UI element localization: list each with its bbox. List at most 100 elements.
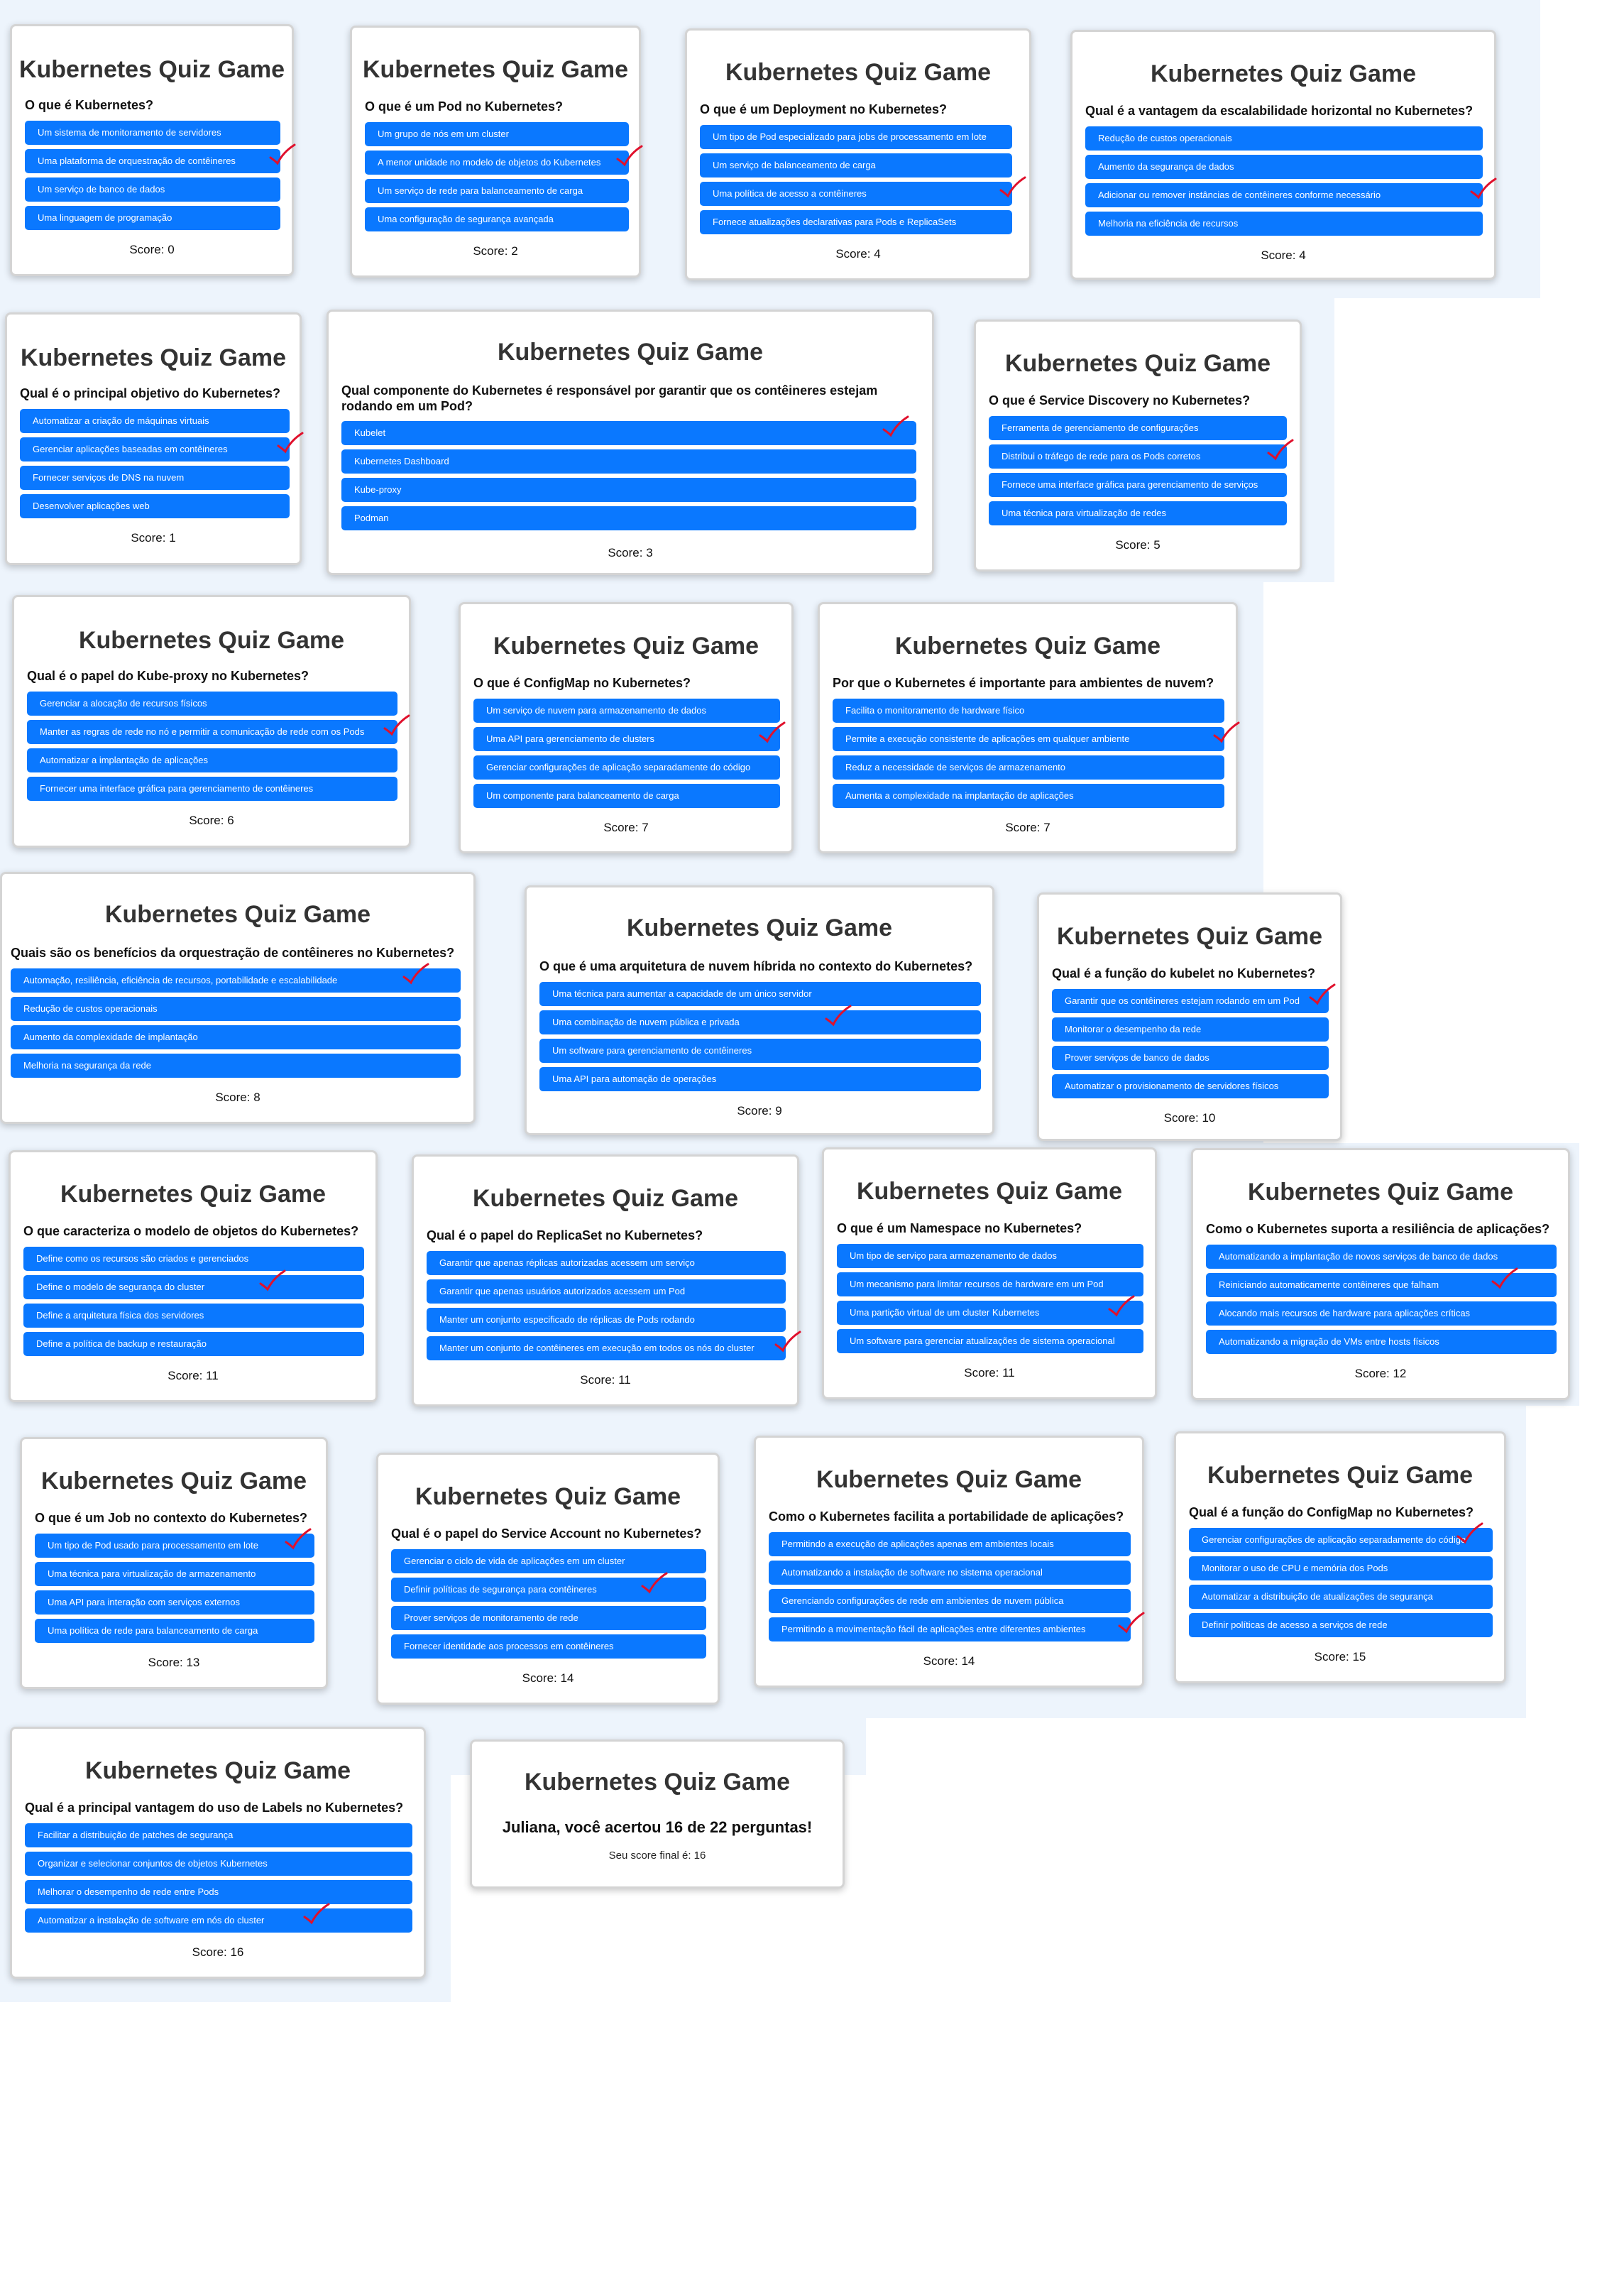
answer-option-button[interactable]: Um mecanismo para limitar recursos de ha… (837, 1272, 1143, 1296)
answer-option-button[interactable]: A menor unidade no modelo de objetos do … (365, 151, 629, 175)
answer-option-button[interactable]: Uma API para interação com serviços exte… (35, 1590, 314, 1615)
answer-option-button[interactable]: Aumenta a complexidade na implantação de… (833, 784, 1224, 808)
score-text: Score: 16 (192, 1945, 244, 1959)
answer-option-button[interactable]: Gerenciando configurações de rede em amb… (769, 1589, 1131, 1613)
answer-option-button[interactable]: Um sistema de monitoramento de servidore… (25, 121, 280, 145)
answer-option-button[interactable]: Gerenciar a alocação de recursos físicos (27, 692, 397, 716)
answer-option-button[interactable]: Automatizar a instalação de software em … (25, 1908, 412, 1933)
answer-option-button[interactable]: Gerenciar o ciclo de vida de aplicações … (391, 1549, 706, 1573)
answer-option-button[interactable]: Aumento da segurança de dados (1085, 155, 1483, 179)
answer-option-button[interactable]: Uma configuração de segurança avançada (365, 207, 629, 231)
answer-option-button[interactable]: Uma plataforma de orquestração de contêi… (25, 149, 280, 173)
answer-option-button[interactable]: Uma API para gerenciamento de clusters (473, 727, 780, 751)
app-title: Kubernetes Quiz Game (1150, 60, 1417, 87)
answer-option-button[interactable]: Distribui o tráfego de rede para os Pods… (989, 444, 1287, 469)
answer-option-button[interactable]: Define o modelo de segurança do cluster (23, 1275, 364, 1299)
answer-option-button[interactable]: Automatizando a migração de VMs entre ho… (1206, 1330, 1557, 1354)
answer-option-button[interactable]: Melhoria na eficiência de recursos (1085, 212, 1483, 236)
answer-option-button[interactable]: Um serviço de nuvem para armazenamento d… (473, 699, 780, 723)
answer-option-button[interactable]: Um tipo de Pod especializado para jobs d… (700, 125, 1012, 149)
answer-option-button[interactable]: Monitorar o desempenho da rede (1052, 1017, 1329, 1042)
answer-option-button[interactable]: Kube-proxy (341, 478, 916, 502)
answer-option-button[interactable]: Desenvolver aplicações web (20, 494, 290, 518)
answer-option-button[interactable]: Podman (341, 506, 916, 530)
answer-option-button[interactable]: Definir políticas de segurança para cont… (391, 1578, 706, 1602)
answer-option-button[interactable]: Um serviço de balanceamento de carga (700, 153, 1012, 177)
question-text: O que é um Deployment no Kubernetes? (700, 102, 948, 116)
answer-option-button[interactable]: Fornece uma interface gráfica para geren… (989, 473, 1287, 497)
answer-option-button[interactable]: Adicionar ou remover instâncias de contê… (1085, 183, 1483, 207)
answer-option-button[interactable]: Uma linguagem de programação (25, 206, 280, 230)
app-title: Kubernetes Quiz Game (816, 1466, 1082, 1493)
answer-option-button[interactable]: Define como os recursos são criados e ge… (23, 1247, 364, 1271)
answer-option-button[interactable]: Reduz a necessidade de serviços de armaz… (833, 755, 1224, 780)
answer-option-button[interactable]: Facilita o monitoramento de hardware fís… (833, 699, 1224, 723)
answer-option-button[interactable]: Facilitar a distribuição de patches de s… (25, 1823, 412, 1847)
answer-option-button[interactable]: Gerenciar aplicações baseadas em contêin… (20, 437, 290, 461)
answer-option-button[interactable]: Redução de custos operacionais (1085, 126, 1483, 151)
answer-option-button[interactable]: Gerenciar configurações de aplicação sep… (1189, 1528, 1493, 1552)
answer-option-button[interactable]: Prover serviços de monitoramento de rede (391, 1606, 706, 1630)
answer-option-button[interactable]: Um grupo de nós em um cluster (365, 122, 629, 146)
answer-option-button[interactable]: Reiniciando automaticamente contêineres … (1206, 1273, 1557, 1297)
answer-option-button[interactable]: Fornecer uma interface gráfica para gere… (27, 777, 397, 801)
question-text: O que é ConfigMap no Kubernetes? (473, 676, 691, 690)
answer-option-button[interactable]: Organizar e selecionar conjuntos de obje… (25, 1852, 412, 1876)
answer-option-button[interactable]: Kubelet (341, 421, 916, 445)
answer-option-button[interactable]: Automação, resiliência, eficiência de re… (11, 968, 461, 993)
question-text: O que caracteriza o modelo de objetos do… (23, 1224, 359, 1238)
answer-option-button[interactable]: Permite a execução consistente de aplica… (833, 727, 1224, 751)
answer-option-button[interactable]: Um componente para balanceamento de carg… (473, 784, 780, 808)
answer-option-button[interactable]: Prover serviços de banco de dados (1052, 1046, 1329, 1070)
answer-option-button[interactable]: Automatizar a criação de máquinas virtua… (20, 409, 290, 433)
answer-option-button[interactable]: Redução de custos operacionais (11, 997, 461, 1021)
answer-option-button[interactable]: Uma partição virtual de um cluster Kuber… (837, 1301, 1143, 1325)
answer-option-button[interactable]: Uma API para automação de operações (539, 1067, 981, 1091)
answer-option-button[interactable]: Automatizando a implantação de novos ser… (1206, 1245, 1557, 1269)
answer-option-button[interactable]: Um serviço de banco de dados (25, 177, 280, 202)
answer-option-button[interactable]: Um software para gerenciamento de contêi… (539, 1039, 981, 1063)
app-title: Kubernetes Quiz Game (84, 1757, 351, 1784)
answer-option-button[interactable]: Alocando mais recursos de hardware para … (1206, 1301, 1557, 1326)
answer-option-button[interactable]: Garantir que apenas réplicas autorizadas… (427, 1251, 786, 1275)
answer-option-button[interactable]: Automatizar o provisionamento de servido… (1052, 1074, 1329, 1098)
answer-option-button[interactable]: Um serviço de rede para balanceamento de… (365, 179, 629, 203)
question-text: Qual é a vantagem da escalabilidade hori… (1085, 104, 1474, 118)
answer-option-button[interactable]: Uma técnica para virtualização de armaze… (35, 1562, 314, 1586)
question-text: Qual é a função do kubelet no Kubernetes… (1052, 966, 1316, 980)
answer-option-button[interactable]: Fornecer identidade aos processos em con… (391, 1634, 706, 1659)
answer-option-button[interactable]: Permitindo a execução de aplicações apen… (769, 1532, 1131, 1556)
answer-option-button[interactable]: Automatizando a instalação de software n… (769, 1561, 1131, 1585)
answer-option-button[interactable]: Um tipo de serviço para armazenamento de… (837, 1244, 1143, 1268)
answer-option-button[interactable]: Garantir que os contêineres estejam roda… (1052, 989, 1329, 1013)
answer-option-button[interactable]: Define a arquitetura física dos servidor… (23, 1304, 364, 1328)
answer-option-button[interactable]: Gerenciar configurações de aplicação sep… (473, 755, 780, 780)
answer-option-button[interactable]: Manter as regras de rede no nó e permiti… (27, 720, 397, 744)
answer-option-button[interactable]: Um tipo de Pod usado para processamento … (35, 1534, 314, 1558)
answer-option-button[interactable]: Fornece atualizações declarativas para P… (700, 210, 1012, 234)
answer-option-button[interactable]: Automatizar a implantação de aplicações (27, 748, 397, 772)
answer-option-button[interactable]: Ferramenta de gerenciamento de configura… (989, 416, 1287, 440)
answer-option-button[interactable]: Uma combinação de nuvem pública e privad… (539, 1010, 981, 1034)
answer-option-button[interactable]: Garantir que apenas usuários autorizados… (427, 1279, 786, 1304)
answer-option-button[interactable]: Define a política de backup e restauraçã… (23, 1332, 364, 1356)
answer-option-button[interactable]: Kubernetes Dashboard (341, 449, 916, 474)
answer-option-button[interactable]: Manter um conjunto de contêineres em exe… (427, 1336, 786, 1360)
answer-option-button[interactable]: Permitindo a movimentação fácil de aplic… (769, 1617, 1131, 1641)
answer-option-button[interactable]: Um software para gerenciar atualizações … (837, 1329, 1143, 1353)
answer-option-button[interactable]: Melhorar o desempenho de rede entre Pods (25, 1880, 412, 1904)
answer-option-button[interactable]: Uma política de acesso a contêineres (700, 182, 1012, 206)
answer-option-button[interactable]: Definir políticas de acesso a serviços d… (1189, 1613, 1493, 1637)
answer-option-button[interactable]: Aumento da complexidade de implantação (11, 1025, 461, 1049)
answer-option-button[interactable]: Uma política de rede para balanceamento … (35, 1619, 314, 1643)
quiz-card: Kubernetes Quiz Game Qual é a função do k… (1037, 892, 1342, 1141)
answer-option-button[interactable]: Fornecer serviços de DNS na nuvem (20, 466, 290, 490)
answer-option-button[interactable]: Uma técnica para virtualização de redes (989, 501, 1287, 525)
app-title: Kubernetes Quiz Game (1004, 350, 1271, 377)
answer-option-button[interactable]: Monitorar o uso de CPU e memória dos Pod… (1189, 1556, 1493, 1580)
answer-option-button[interactable]: Uma técnica para aumentar a capacidade d… (539, 982, 981, 1006)
answer-option-button[interactable]: Manter um conjunto especificado de répli… (427, 1308, 786, 1332)
quiz-card: Kubernetes Quiz Game Como o Kubernetes fa… (754, 1436, 1145, 1688)
answer-option-button[interactable]: Automatizar a distribuição de atualizaçõ… (1189, 1585, 1493, 1609)
answer-option-button[interactable]: Melhoria na segurança da rede (11, 1054, 461, 1078)
